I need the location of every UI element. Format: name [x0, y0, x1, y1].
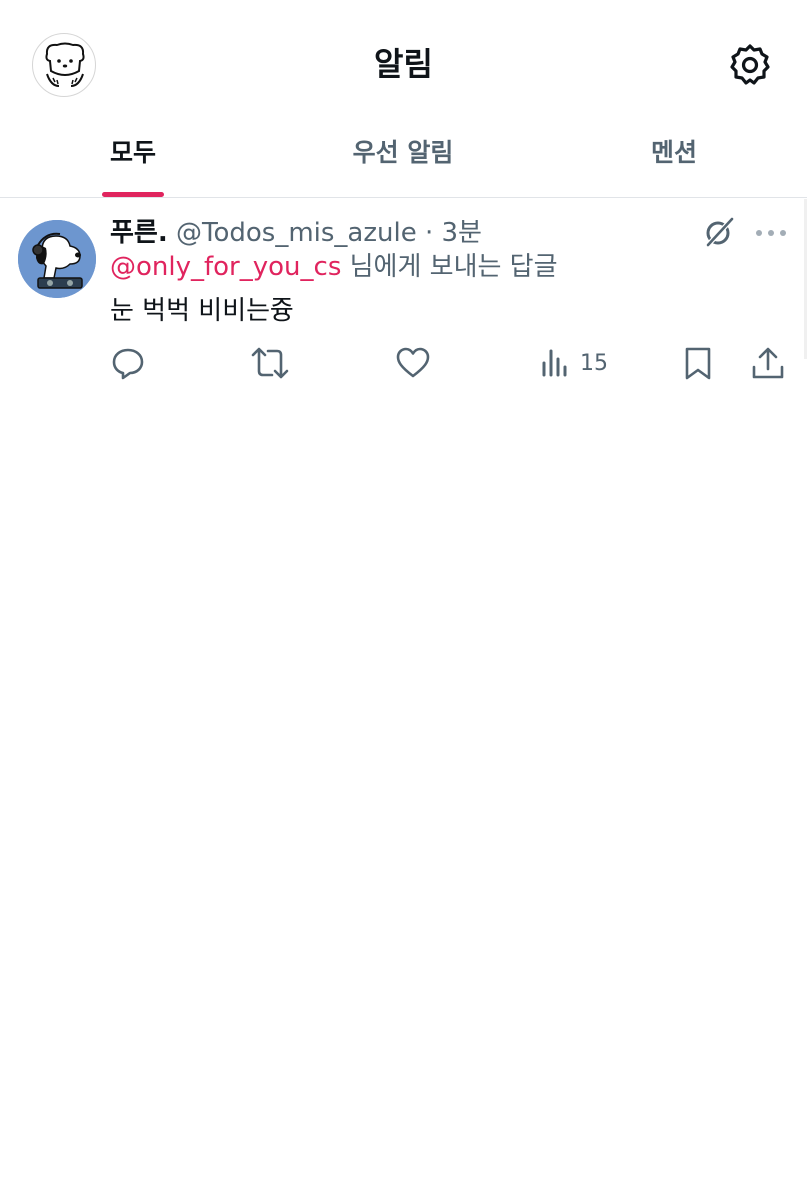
tab-bar: 모두 우선 알림 멘션	[0, 128, 807, 198]
page-title: 알림	[374, 45, 433, 83]
like-icon	[396, 347, 430, 378]
tab-all[interactable]: 모두	[72, 128, 194, 198]
post-text: 눈 벅벅 비비는즁	[110, 296, 294, 326]
gear-icon	[730, 44, 770, 85]
bookmark-icon	[685, 347, 711, 380]
tab-mentions[interactable]: 멘션	[614, 128, 734, 198]
post-time[interactable]: 3분	[441, 218, 481, 248]
reply-button[interactable]	[110, 341, 146, 385]
retweet-button[interactable]	[250, 341, 290, 385]
reply-context: @only_for_you_cs 님에게 보내는 답글	[110, 247, 558, 287]
snoopy-avatar-icon	[18, 220, 96, 298]
post-actions: 15	[0, 341, 807, 385]
reply-mention-link[interactable]: @only_for_you_cs	[110, 252, 341, 282]
reply-icon	[112, 348, 144, 380]
author-handle[interactable]: @Todos_mis_azule	[176, 218, 417, 248]
more-options-button[interactable]	[752, 219, 792, 247]
divider	[0, 197, 807, 198]
like-button[interactable]	[395, 341, 431, 385]
bookmark-button[interactable]	[682, 341, 714, 385]
author-avatar[interactable]	[18, 220, 96, 298]
share-icon	[752, 347, 784, 379]
top-bar: 알림	[0, 0, 807, 128]
more-icon	[756, 230, 786, 236]
tab-priority[interactable]: 우선 알림	[328, 128, 478, 198]
views-count: 15	[580, 350, 608, 376]
notification-item[interactable]: 푸른. @Todos_mis_azule · 3분 @only_for_you_…	[0, 199, 807, 399]
settings-button[interactable]	[726, 41, 774, 89]
meta-separator: ·	[424, 218, 434, 248]
share-button[interactable]	[750, 341, 786, 385]
author-name[interactable]: 푸른.	[110, 218, 168, 248]
views-button[interactable]: 15	[540, 341, 608, 385]
views-icon	[542, 349, 567, 377]
grok-icon	[706, 217, 734, 247]
retweet-icon	[251, 347, 289, 379]
grok-button[interactable]	[702, 215, 736, 249]
reply-context-suffix: 님에게 보내는 답글	[349, 252, 558, 282]
